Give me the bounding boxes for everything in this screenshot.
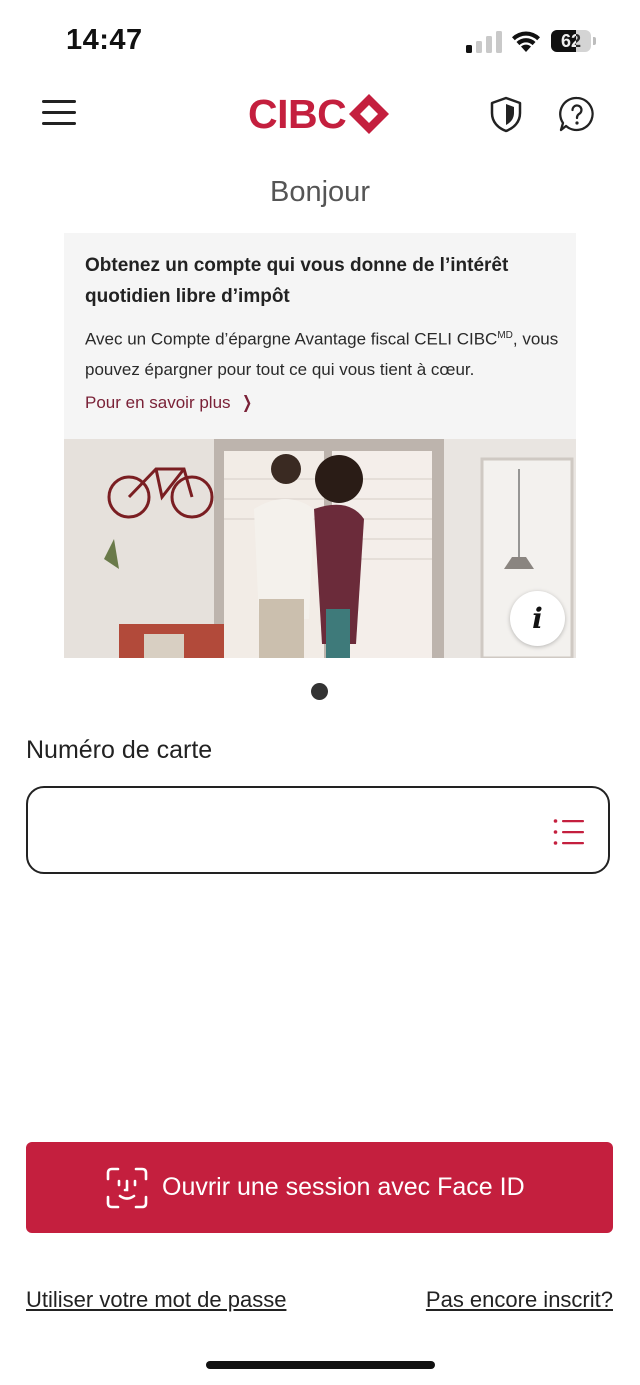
learn-more-link[interactable]: Pour en savoir plus ❯ xyxy=(85,393,254,413)
promo-card: Obtenez un compte qui vous donne de l’in… xyxy=(64,233,576,658)
battery-percent: 62 xyxy=(560,31,582,51)
cibc-logo-mark-icon xyxy=(349,94,389,134)
use-password-link[interactable]: Utiliser votre mot de passe xyxy=(26,1287,286,1313)
face-id-icon xyxy=(106,1167,148,1209)
cibc-logo: CIBC xyxy=(248,90,393,138)
battery-indicator: 62 xyxy=(551,30,597,54)
promo-body-trademark: MD xyxy=(497,330,513,341)
promo-body-text: Avec un Compte d’épargne Avantage fiscal… xyxy=(85,329,498,349)
status-time: 14:47 xyxy=(66,24,143,56)
chevron-right-icon: ❯ xyxy=(241,393,252,412)
list-icon[interactable] xyxy=(553,818,585,846)
carousel-page-indicator[interactable] xyxy=(311,683,328,700)
promo-body: Avec un Compte d’épargne Avantage fiscal… xyxy=(85,321,560,385)
card-number-input[interactable] xyxy=(48,810,532,852)
learn-more-label: Pour en savoir plus xyxy=(85,393,231,412)
promo-title: Obtenez un compte qui vous donne de l’in… xyxy=(85,255,509,307)
card-number-field-container xyxy=(26,786,610,874)
cellular-signal-icon xyxy=(466,31,502,53)
wifi-icon xyxy=(512,31,540,52)
shield-icon[interactable] xyxy=(488,95,524,133)
face-id-login-label: Ouvrir une session avec Face ID xyxy=(162,1173,525,1201)
greeting-heading: Bonjour xyxy=(270,176,370,208)
register-link[interactable]: Pas encore inscrit? xyxy=(426,1287,613,1313)
home-indicator[interactable] xyxy=(206,1361,435,1369)
card-number-label: Numéro de carte xyxy=(26,736,213,764)
status-bar: 14:47 62 xyxy=(0,0,640,80)
menu-icon[interactable] xyxy=(40,96,78,130)
face-id-login-button[interactable]: Ouvrir une session avec Face ID xyxy=(26,1142,613,1233)
promo-photo xyxy=(64,439,576,658)
info-icon[interactable]: i xyxy=(510,591,565,646)
help-icon[interactable] xyxy=(558,95,596,133)
brand-name: CIBC xyxy=(248,91,347,137)
